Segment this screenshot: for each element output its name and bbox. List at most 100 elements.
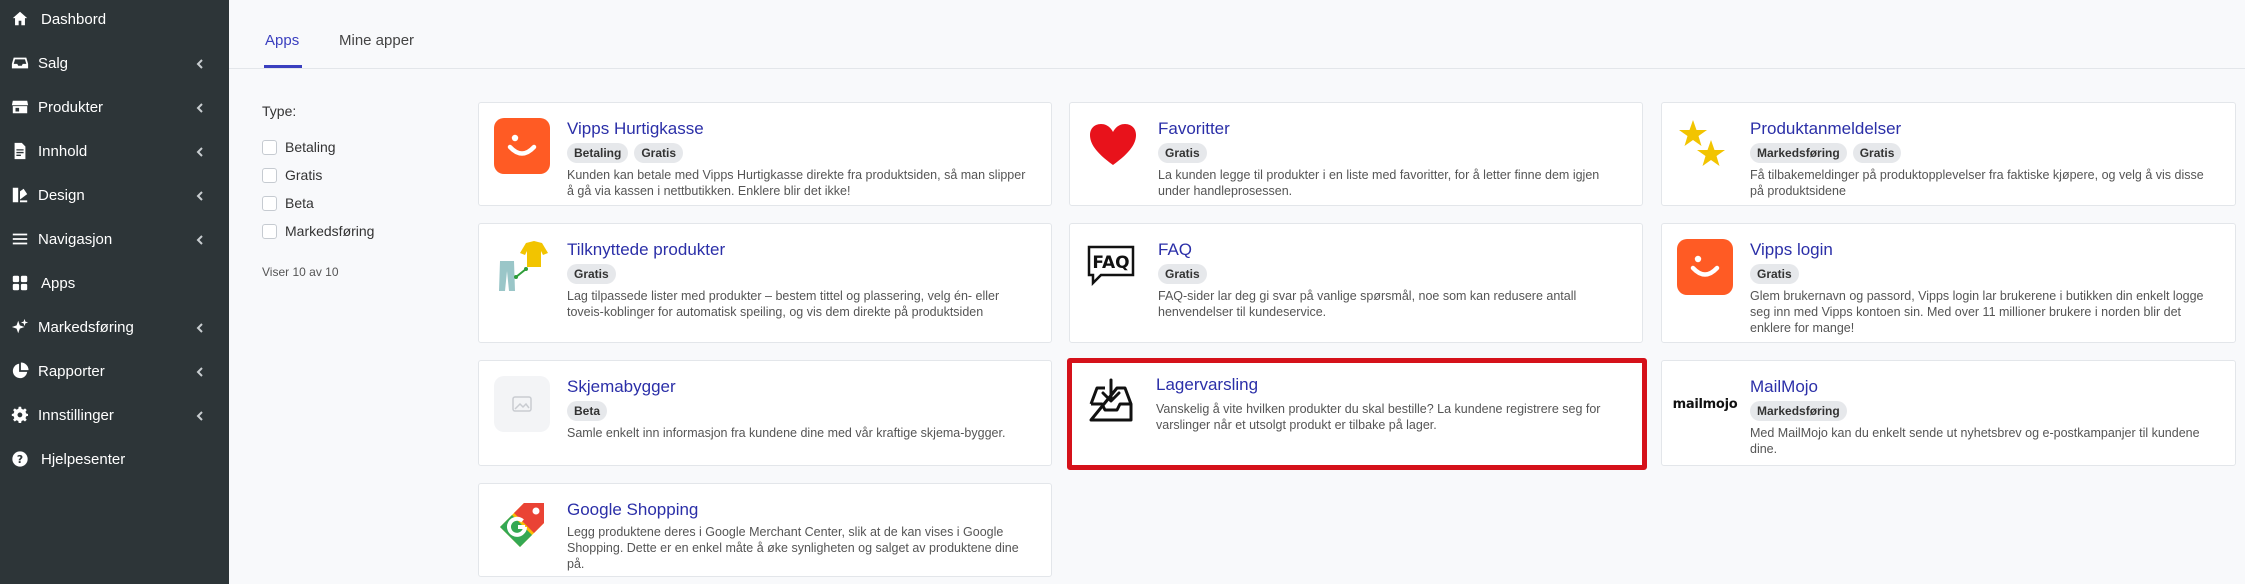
filter-label: Markedsføring — [285, 223, 375, 239]
filter-option-betaling[interactable]: Betaling — [262, 138, 336, 156]
sidebar-item-label: Salg — [38, 54, 69, 72]
badge: Betaling — [567, 143, 629, 163]
vipps-icon — [494, 118, 550, 174]
sidebar-item-apps[interactable]: Apps — [0, 263, 229, 303]
badge: Markedsføring — [1750, 143, 1847, 163]
clothing-link-icon — [494, 239, 550, 295]
app-title[interactable]: Tilknyttede produkter — [567, 240, 725, 260]
app-description: Med MailMojo kan du enkelt sende ut nyhe… — [1750, 426, 2200, 456]
app-card-produktanmeldelser[interactable]: Produktanmeldelser Markedsføring Gratis … — [1661, 102, 2236, 206]
app-card-skjemabygger[interactable]: Skjemabygger Beta Samle enkelt inn infor… — [478, 360, 1052, 466]
app-title[interactable]: Vipps login — [1750, 240, 1833, 260]
checkbox[interactable] — [262, 139, 277, 155]
app-title[interactable]: Favoritter — [1158, 119, 1230, 139]
sidebar-item-hjelpesenter[interactable]: ? Hjelpesenter — [0, 439, 229, 479]
sidebar-item-rapporter[interactable]: Rapporter — [0, 351, 229, 391]
badge-list: Gratis — [567, 264, 616, 284]
sidebar-item-innstillinger[interactable]: Innstillinger — [0, 395, 229, 435]
image-placeholder-icon — [494, 376, 550, 432]
app-card-favoritter[interactable]: Favoritter Gratis La kunden legge til pr… — [1069, 102, 1643, 206]
app-card-google-shopping[interactable]: Google Shopping Legg produktene deres i … — [478, 483, 1052, 577]
filter-option-markedsforing[interactable]: Markedsføring — [262, 222, 374, 240]
tab-apps[interactable]: Apps — [265, 32, 299, 49]
app-card-vipps-hurtigkasse[interactable]: Vipps Hurtigkasse Betaling Gratis Kunden… — [478, 102, 1052, 206]
app-description: Legg produktene deres i Google Merchant … — [567, 525, 1019, 571]
app-description: FAQ-sider lar deg gi svar på vanlige spø… — [1158, 289, 1577, 319]
filter-option-gratis[interactable]: Gratis — [262, 166, 322, 184]
document-icon — [11, 142, 29, 160]
store-icon — [11, 98, 29, 116]
badge-list: Beta — [567, 401, 608, 421]
chevron-left-icon — [194, 189, 206, 201]
sidebar-item-navigasjon[interactable]: Navigasjon — [0, 219, 229, 259]
filter-title: Type: — [262, 103, 297, 119]
app-title[interactable]: FAQ — [1158, 240, 1192, 260]
badge: Gratis — [1158, 264, 1207, 284]
badge: Beta — [567, 401, 608, 421]
chevron-left-icon — [194, 145, 206, 157]
app-title[interactable]: MailMojo — [1750, 377, 1818, 397]
app-card-faq[interactable]: FAQ FAQ Gratis FAQ-sider lar deg gi svar… — [1069, 223, 1643, 343]
app-title[interactable]: Google Shopping — [567, 500, 698, 520]
sidebar-item-label: Apps — [41, 274, 76, 292]
result-count: Viser 10 av 10 — [262, 265, 339, 279]
sidebar-item-label: Markedsføring — [38, 318, 134, 336]
app-card-lagervarsling[interactable]: Lagervarsling Vanskelig å vite hvilken p… — [1067, 358, 1647, 470]
app-description: Kunden kan betale med Vipps Hurtigkasse … — [567, 168, 1026, 198]
sidebar-item-innhold[interactable]: Innhold — [0, 131, 229, 171]
chevron-left-icon — [194, 101, 206, 113]
badge: Markedsføring — [1750, 401, 1847, 421]
apps-icon — [11, 274, 29, 292]
sidebar-item-design[interactable]: Design — [0, 175, 229, 215]
app-description: La kunden legge til produkter i en liste… — [1158, 168, 1600, 198]
pie-chart-icon — [11, 362, 29, 380]
badge-list: Gratis — [1750, 264, 1799, 284]
filter-label: Beta — [285, 195, 314, 211]
app-description: Lag tilpassede lister med produkter – be… — [567, 289, 1000, 319]
vipps-icon — [1677, 239, 1733, 295]
sidebar-item-markedsforing[interactable]: Markedsføring — [0, 307, 229, 347]
badge: Gratis — [567, 264, 616, 284]
sidebar-item-label: Design — [38, 186, 85, 204]
sidebar-item-label: Hjelpesenter — [41, 450, 126, 468]
main-content: Apps Mine apper Type: Betaling Gratis Be… — [229, 0, 2245, 584]
checkbox[interactable] — [262, 167, 277, 183]
inbox-download-icon — [1083, 374, 1139, 430]
menu-icon — [11, 230, 29, 248]
app-card-vipps-login[interactable]: Vipps login Gratis Glem brukernavn og pa… — [1661, 223, 2236, 343]
sidebar-item-label: Rapporter — [38, 362, 105, 380]
inbox-icon — [11, 54, 29, 72]
heart-icon — [1085, 118, 1141, 174]
sparkles-icon — [11, 318, 29, 336]
sidebar-item-label: Innhold — [38, 142, 88, 160]
app-card-mailmojo[interactable]: mailmojo MailMojo Markedsføring Med Mail… — [1661, 360, 2236, 466]
app-title[interactable]: Lagervarsling — [1156, 375, 1258, 395]
chevron-left-icon — [194, 57, 206, 69]
tab-mine-apper[interactable]: Mine apper — [339, 32, 414, 49]
app-title[interactable]: Produktanmeldelser — [1750, 119, 1901, 139]
palette-icon — [11, 186, 29, 204]
gear-icon — [11, 406, 29, 424]
sidebar: Dashbord Salg Produkter Innhold Design N… — [0, 0, 229, 584]
badge-list: Betaling Gratis — [567, 143, 684, 163]
badge: Gratis — [1852, 143, 1902, 163]
sidebar-item-produkter[interactable]: Produkter — [0, 87, 229, 127]
sidebar-item-dashbord[interactable]: Dashbord — [0, 0, 229, 39]
help-icon: ? — [11, 450, 29, 468]
app-description: Glem brukernavn og passord, Vipps login … — [1750, 289, 2204, 335]
badge: Gratis — [634, 143, 684, 163]
badge-list: Gratis — [1158, 264, 1207, 284]
sidebar-item-label: Navigasjon — [38, 230, 113, 248]
filter-option-beta[interactable]: Beta — [262, 194, 314, 212]
app-description: Samle enkelt inn informasjon fra kundene… — [567, 426, 1006, 440]
app-card-tilknyttede-produkter[interactable]: Tilknyttede produkter Gratis Lag tilpass… — [478, 223, 1052, 343]
app-title[interactable]: Skjemabygger — [567, 377, 676, 397]
checkbox[interactable] — [262, 223, 277, 239]
home-icon — [11, 10, 29, 28]
sidebar-item-salg[interactable]: Salg — [0, 43, 229, 83]
checkbox[interactable] — [262, 195, 277, 211]
mailmojo-logo-text: mailmojo — [1672, 396, 1738, 412]
sidebar-item-label: Dashbord — [41, 10, 107, 28]
chevron-left-icon — [194, 321, 206, 333]
app-title[interactable]: Vipps Hurtigkasse — [567, 119, 704, 139]
